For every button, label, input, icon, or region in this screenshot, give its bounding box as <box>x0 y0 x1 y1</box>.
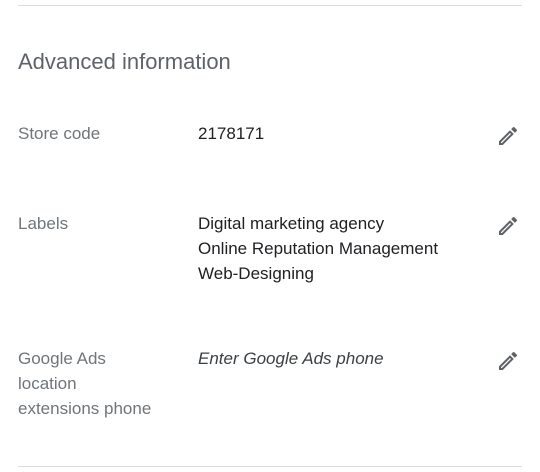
label-item: Web-Designing <box>198 264 314 283</box>
labels-value: Digital marketing agency Online Reputati… <box>198 211 468 286</box>
labels-label: Labels <box>18 214 69 233</box>
store-code-label: Store code <box>18 124 101 143</box>
section-title: Advanced information <box>18 49 231 74</box>
google-ads-phone-label: Google Ads location extensions phone <box>18 346 178 421</box>
edit-store-code-button[interactable] <box>492 120 524 152</box>
google-ads-phone-label-line: extensions phone <box>18 399 152 418</box>
top-divider <box>18 5 522 6</box>
store-code-text: 2178171 <box>198 124 265 143</box>
google-ads-phone-label-line: Google Ads <box>18 349 106 368</box>
edit-labels-button[interactable] <box>492 210 524 242</box>
pencil-icon <box>496 349 520 373</box>
pencil-icon <box>496 214 520 238</box>
google-ads-phone-placeholder: Enter Google Ads phone <box>198 346 468 371</box>
google-ads-phone-placeholder-text: Enter Google Ads phone <box>198 349 384 368</box>
label-item: Digital marketing agency <box>198 214 385 233</box>
pencil-icon <box>496 124 520 148</box>
edit-google-ads-phone-button[interactable] <box>492 345 524 377</box>
store-code-value: 2178171 <box>198 121 468 146</box>
google-ads-phone-label-line: location <box>18 374 77 393</box>
label-item: Online Reputation Management <box>198 239 439 258</box>
bottom-divider <box>18 466 522 467</box>
